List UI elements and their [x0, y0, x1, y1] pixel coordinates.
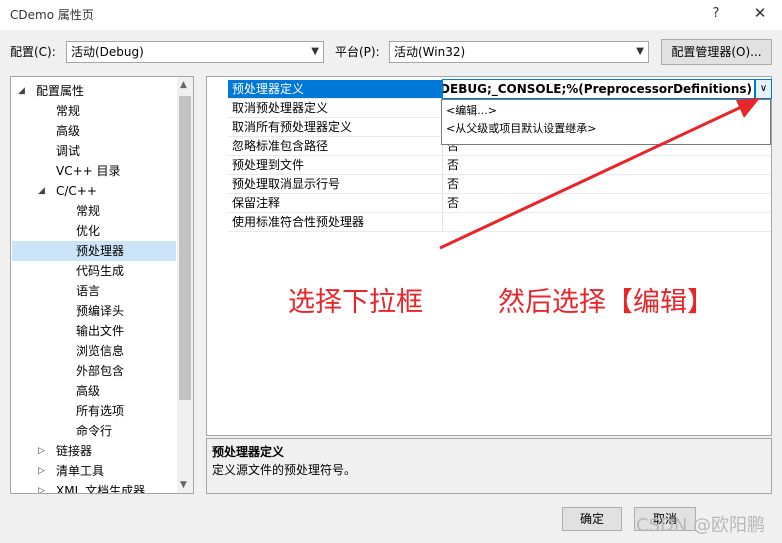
- arrow-line: [439, 100, 753, 250]
- description-title: 预处理器定义: [212, 445, 285, 459]
- ok-button[interactable]: 确定: [562, 507, 622, 531]
- watermark: CSDN @欧阳鹏: [636, 515, 766, 536]
- arrow-head: [736, 98, 760, 118]
- annotation-text-1: 选择下拉框: [288, 287, 423, 318]
- annotation-text-2: 然后选择【编辑】: [498, 287, 714, 318]
- description-text: 定义源文件的预处理符号。: [212, 463, 357, 477]
